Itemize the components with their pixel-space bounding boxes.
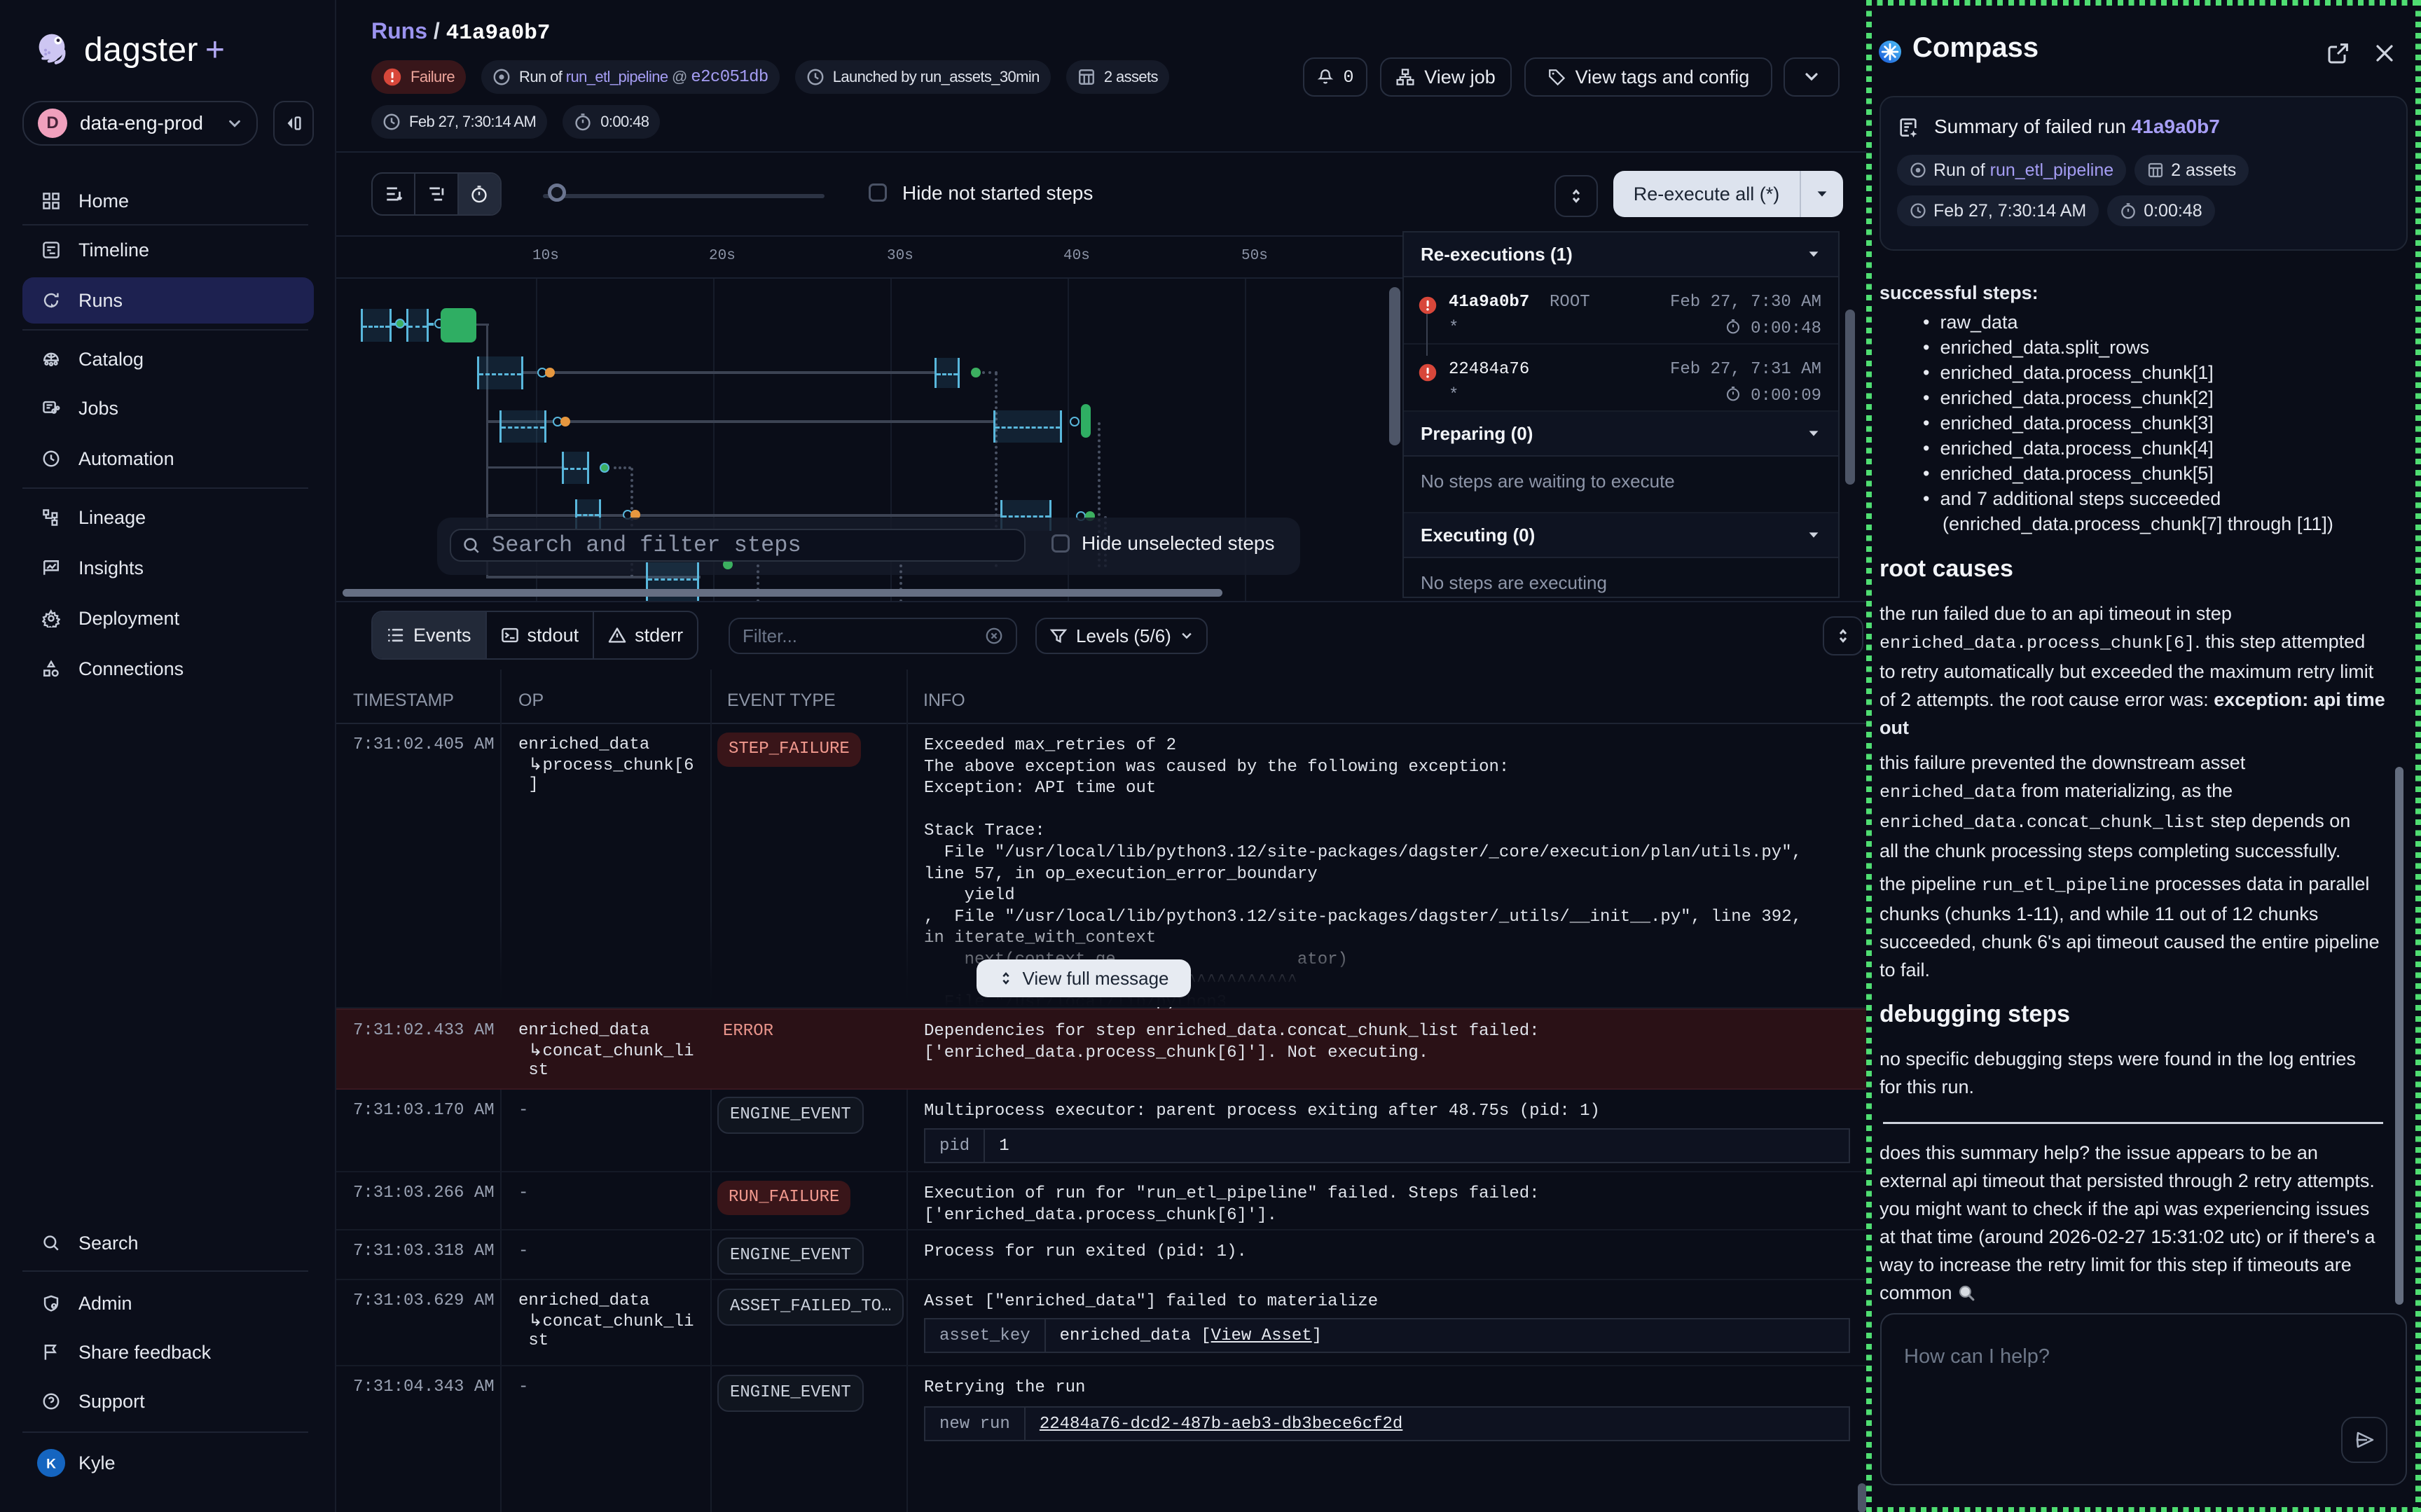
svg-text:K: K (46, 1457, 56, 1472)
